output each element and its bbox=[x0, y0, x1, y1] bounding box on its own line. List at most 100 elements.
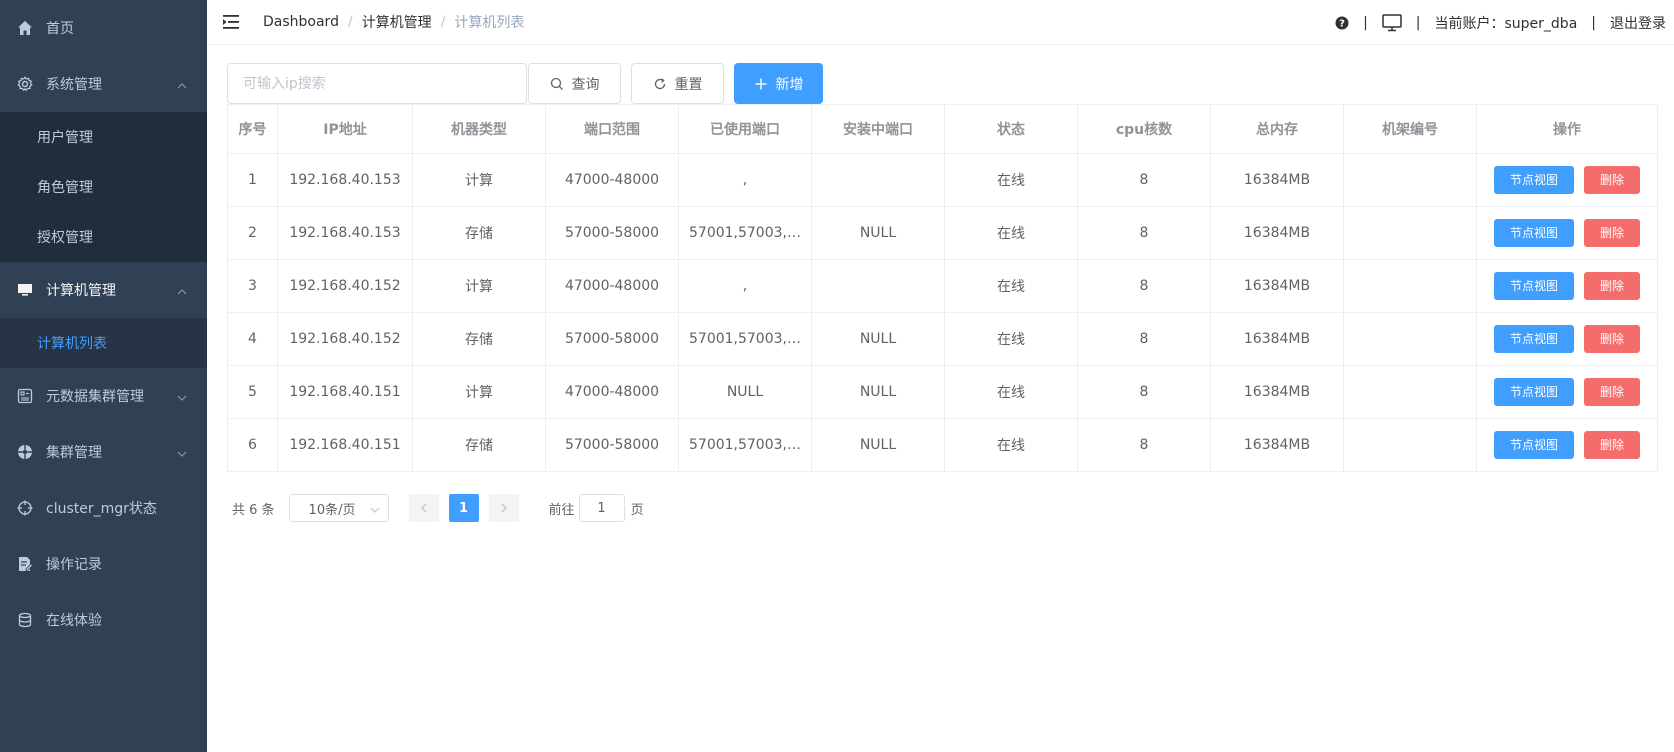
cell-actions: 节点视图 删除 bbox=[1476, 206, 1658, 260]
add-button-label: 新增 bbox=[775, 76, 804, 93]
node-view-button[interactable]: 节点视图 bbox=[1493, 272, 1574, 300]
table-row: 2 192.168.40.153 存储 57000-58000 57001,57… bbox=[227, 206, 1658, 260]
breadcrumb-computer-management[interactable]: 计算机管理 bbox=[362, 12, 432, 32]
delete-button[interactable]: 删除 bbox=[1584, 272, 1641, 300]
submenu-computer: 计算机列表 bbox=[0, 318, 207, 368]
column-header-rack: 机架编号 bbox=[1343, 104, 1477, 154]
next-page-button[interactable] bbox=[488, 494, 519, 522]
sidebar-item-computer[interactable]: 计算机管理 bbox=[0, 262, 207, 318]
sidebar-item-users[interactable]: 用户管理 bbox=[0, 112, 207, 162]
cell-status: 在线 bbox=[944, 153, 1078, 207]
cell-rack bbox=[1343, 418, 1477, 472]
sidebar: 首页 系统管理 用户管理 角色管理 授权管理 计算机管理 计算机列表 元数据集群… bbox=[0, 0, 207, 752]
node-view-button[interactable]: 节点视图 bbox=[1493, 219, 1574, 247]
cell-memory: 16384MB bbox=[1210, 206, 1344, 260]
cluster-icon bbox=[16, 443, 34, 461]
column-header-index: 序号 bbox=[227, 104, 278, 154]
cell-type: 计算 bbox=[412, 259, 546, 313]
chevron-down-icon bbox=[177, 391, 187, 401]
cell-rack bbox=[1343, 365, 1477, 419]
cell-ip: 192.168.40.152 bbox=[277, 312, 413, 366]
page-size-select[interactable]: 10条/页 bbox=[288, 494, 389, 522]
edit-document-icon bbox=[16, 555, 34, 573]
query-button[interactable]: 查询 bbox=[528, 63, 621, 104]
help-icon[interactable]: ? bbox=[1335, 16, 1349, 30]
reset-button[interactable]: 重置 bbox=[631, 63, 724, 104]
sidebar-item-metadata-cluster[interactable]: 元数据集群管理 bbox=[0, 368, 207, 424]
logout-link[interactable]: 退出登录 bbox=[1610, 13, 1674, 33]
cell-status: 在线 bbox=[944, 418, 1078, 472]
sidebar-item-label: 系统管理 bbox=[46, 77, 102, 93]
cell-port-range: 47000-48000 bbox=[545, 365, 679, 419]
cell-index: 3 bbox=[227, 259, 278, 313]
node-view-button[interactable]: 节点视图 bbox=[1493, 325, 1574, 353]
cell-cpu: 8 bbox=[1077, 153, 1211, 207]
pagination: 共 6 条 10条/页 1 前往 页 bbox=[232, 493, 644, 523]
breadcrumb-separator: / bbox=[440, 14, 446, 30]
prev-page-button[interactable] bbox=[408, 494, 439, 522]
delete-button[interactable]: 删除 bbox=[1584, 378, 1641, 406]
table-row: 1 192.168.40.153 计算 47000-48000 , 在线 8 1… bbox=[227, 153, 1658, 207]
sidebar-item-roles[interactable]: 角色管理 bbox=[0, 162, 207, 212]
cell-type: 存储 bbox=[412, 418, 546, 472]
database-icon bbox=[16, 611, 34, 629]
sidebar-item-permissions[interactable]: 授权管理 bbox=[0, 212, 207, 262]
sidebar-item-label: 元数据集群管理 bbox=[46, 389, 144, 405]
node-view-button[interactable]: 节点视图 bbox=[1493, 166, 1574, 194]
table-row: 4 192.168.40.152 存储 57000-58000 57001,57… bbox=[227, 312, 1658, 366]
sidebar-item-label: 操作记录 bbox=[46, 557, 102, 573]
header-separator: | bbox=[1415, 14, 1421, 31]
sidebar-item-online-trial[interactable]: 在线体验 bbox=[0, 592, 207, 648]
cell-status: 在线 bbox=[944, 206, 1078, 260]
page-jumper-input[interactable] bbox=[578, 494, 625, 522]
sidebar-item-computer-list[interactable]: 计算机列表 bbox=[0, 318, 207, 368]
node-view-button[interactable]: 节点视图 bbox=[1493, 378, 1574, 406]
cell-actions: 节点视图 删除 bbox=[1476, 312, 1658, 366]
monitor-icon[interactable] bbox=[1382, 13, 1402, 32]
cell-index: 5 bbox=[227, 365, 278, 419]
cell-port-range: 47000-48000 bbox=[545, 259, 679, 313]
cell-cpu: 8 bbox=[1077, 206, 1211, 260]
sidebar-item-home[interactable]: 首页 bbox=[0, 0, 207, 56]
column-header-installing-ports: 安装中端口 bbox=[811, 104, 945, 154]
breadcrumb-separator: / bbox=[347, 14, 353, 30]
column-header-used-ports: 已使用端口 bbox=[678, 104, 812, 154]
pagination-total: 共 6 条 bbox=[232, 502, 275, 518]
cell-used-ports: 57001,57003,5... bbox=[678, 206, 812, 260]
toolbar: 查询 重置 新增 bbox=[227, 63, 823, 104]
cell-used-ports: 57001,57003,5... bbox=[678, 418, 812, 472]
chevron-up-icon bbox=[177, 79, 187, 89]
add-button[interactable]: 新增 bbox=[734, 63, 823, 104]
page-number-current[interactable]: 1 bbox=[448, 494, 479, 522]
cell-status: 在线 bbox=[944, 259, 1078, 313]
sidebar-item-cluster-mgr[interactable]: cluster_mgr状态 bbox=[0, 480, 207, 536]
chevron-left-icon bbox=[420, 503, 427, 513]
cell-port-range: 57000-58000 bbox=[545, 206, 679, 260]
menu-toggle-icon[interactable] bbox=[223, 14, 241, 30]
svg-text:?: ? bbox=[1339, 18, 1345, 29]
ip-search-input[interactable] bbox=[227, 63, 527, 104]
current-account: 当前账户：super_dba bbox=[1434, 15, 1578, 32]
delete-button[interactable]: 删除 bbox=[1584, 431, 1641, 459]
database-panel-icon bbox=[16, 387, 34, 405]
breadcrumb-dashboard[interactable]: Dashboard bbox=[263, 14, 339, 30]
sidebar-item-system[interactable]: 系统管理 bbox=[0, 56, 207, 112]
chevron-down-icon bbox=[177, 447, 187, 457]
cell-ip: 192.168.40.153 bbox=[277, 206, 413, 260]
home-icon bbox=[16, 19, 34, 37]
cell-type: 计算 bbox=[412, 153, 546, 207]
chevron-down-icon bbox=[370, 504, 380, 514]
delete-button[interactable]: 删除 bbox=[1584, 325, 1641, 353]
cell-cpu: 8 bbox=[1077, 312, 1211, 366]
node-view-button[interactable]: 节点视图 bbox=[1493, 431, 1574, 459]
cell-cpu: 8 bbox=[1077, 259, 1211, 313]
cell-used-ports: , bbox=[678, 259, 812, 313]
cell-installing-ports: NULL bbox=[811, 206, 945, 260]
cell-used-ports: , bbox=[678, 153, 812, 207]
sidebar-item-cluster[interactable]: 集群管理 bbox=[0, 424, 207, 480]
cell-ip: 192.168.40.151 bbox=[277, 418, 413, 472]
cell-type: 计算 bbox=[412, 365, 546, 419]
delete-button[interactable]: 删除 bbox=[1584, 219, 1641, 247]
delete-button[interactable]: 删除 bbox=[1584, 166, 1641, 194]
sidebar-item-oplog[interactable]: 操作记录 bbox=[0, 536, 207, 592]
